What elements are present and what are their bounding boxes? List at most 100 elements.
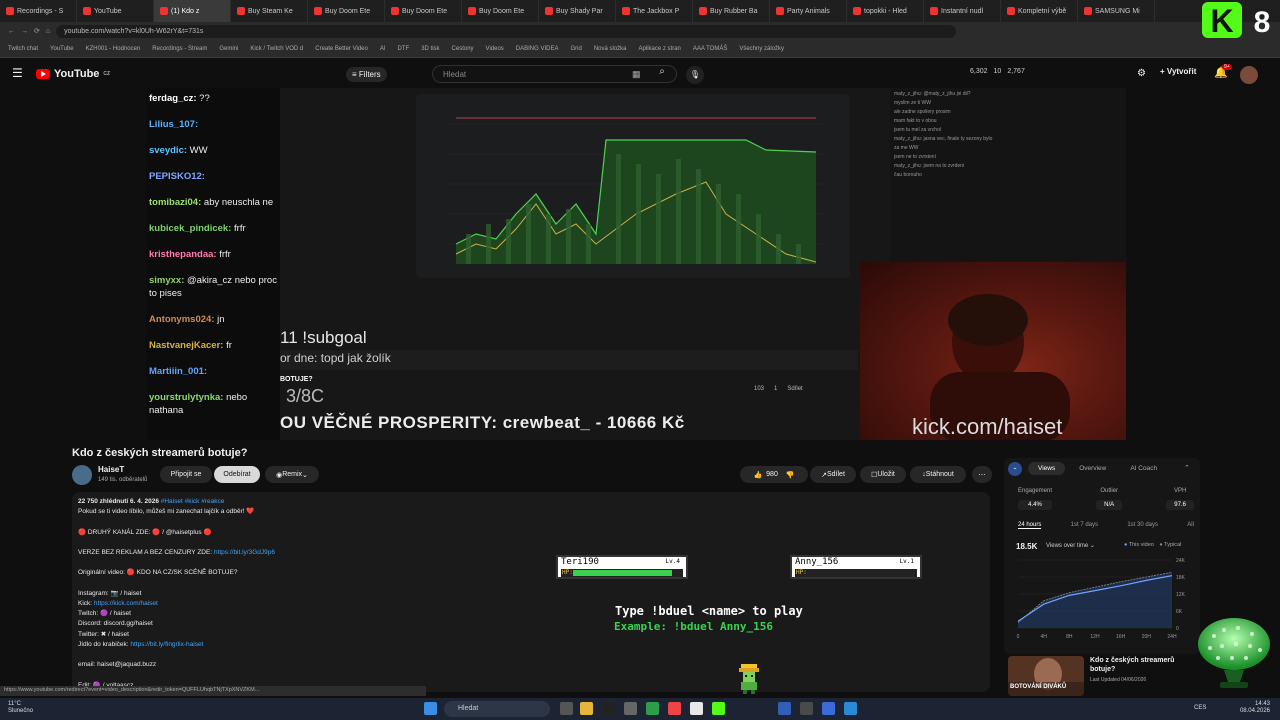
bookmark-item[interactable]: Twitch chat bbox=[8, 46, 38, 52]
bookmark-item[interactable]: Recordings - Stream bbox=[152, 46, 207, 52]
green-globe-overlay bbox=[1198, 618, 1270, 688]
browser-tab[interactable]: Party Animals bbox=[770, 0, 847, 22]
join-button[interactable]: Připojit se bbox=[160, 466, 212, 483]
bookmark-item[interactable]: Nová složka bbox=[594, 46, 627, 52]
browser-tab[interactable]: Buy Doom Ete bbox=[462, 0, 539, 22]
share-button[interactable]: ↗ Sdílet bbox=[810, 466, 856, 483]
photoshop-icon[interactable] bbox=[778, 702, 791, 715]
dislike-icon[interactable]: 👎 bbox=[786, 471, 795, 479]
browser-tab[interactable]: Recordings - S bbox=[0, 0, 77, 22]
channel-subs: 149 tis. odběratelů bbox=[98, 477, 148, 483]
range-all[interactable]: All bbox=[1187, 522, 1194, 529]
chrome-icon[interactable] bbox=[668, 702, 681, 715]
keyboard-icon[interactable]: ▦ bbox=[632, 69, 641, 80]
chart-y-tick: 6K bbox=[1176, 609, 1183, 615]
browser-tab[interactable]: Instantní nudl bbox=[924, 0, 1001, 22]
word-icon[interactable] bbox=[822, 702, 835, 715]
browser-tab[interactable]: Buy Doom Ete bbox=[308, 0, 385, 22]
range-24h[interactable]: 24 hours bbox=[1018, 522, 1042, 529]
tab-overview[interactable]: Overview bbox=[1069, 462, 1116, 475]
related-title[interactable]: Kdo z českých streamerů botuje? bbox=[1090, 656, 1198, 674]
more-icon[interactable]: ⋯ bbox=[972, 466, 992, 483]
bookmark-item[interactable]: Videos bbox=[486, 46, 504, 52]
bookmark-item[interactable]: 3D tisk bbox=[421, 46, 439, 52]
browser-tab[interactable]: Buy Rubber Ba bbox=[693, 0, 770, 22]
channel-name[interactable]: HaiseT bbox=[98, 465, 124, 474]
browser-icon[interactable] bbox=[690, 702, 703, 715]
collapse-icon[interactable]: ⌃ bbox=[1184, 464, 1190, 472]
tab-views[interactable]: Views bbox=[1028, 462, 1066, 475]
obs-icon[interactable] bbox=[800, 702, 813, 715]
desc-tags[interactable]: #Haiset #kick #reakce bbox=[161, 498, 225, 505]
bookmark-item[interactable]: Grid bbox=[570, 46, 581, 52]
subscribe-button[interactable]: Odebírat bbox=[214, 466, 260, 483]
address-bar[interactable]: youtube.com/watch?v=kl0Uh-W62rY&t=731s bbox=[56, 24, 957, 38]
task-view-icon[interactable] bbox=[560, 702, 573, 715]
bookmark-item[interactable]: YouTube bbox=[50, 46, 74, 52]
forward-icon[interactable]: → bbox=[21, 28, 28, 35]
browser-tab[interactable]: The Jackbox P bbox=[616, 0, 693, 22]
user-avatar[interactable] bbox=[1240, 66, 1258, 84]
remix-button[interactable]: ◉ Remix ⌄ bbox=[265, 466, 319, 483]
chart-y-tick: 24K bbox=[1176, 558, 1186, 564]
like-button[interactable]: 👍 980 👎 bbox=[740, 466, 808, 483]
bookmark-item[interactable]: Gemini bbox=[219, 46, 238, 52]
language-indicator[interactable]: CES bbox=[1194, 705, 1206, 711]
youtube-logo[interactable]: YouTube CZ bbox=[36, 68, 110, 80]
right-chat-line: jsem ne to zvrstení bbox=[894, 154, 936, 160]
create-button[interactable]: + Vytvořit bbox=[1160, 67, 1196, 76]
channel-avatar[interactable] bbox=[72, 465, 92, 485]
telegram-icon[interactable] bbox=[844, 702, 857, 715]
related-video[interactable]: BOTOVÁNÍ DIVÁKŮ Kdo z českých streamerů … bbox=[1008, 656, 1198, 696]
menu-icon[interactable]: ☰ bbox=[12, 66, 23, 80]
taskbar-clock[interactable]: 14:43 08.04.2026 bbox=[1240, 701, 1270, 715]
jidlo-link[interactable]: https://bit.ly/fingrlix-haiset bbox=[130, 641, 203, 648]
stat-3: 2,767 bbox=[1007, 68, 1025, 75]
taskbar-search[interactable]: Hledat bbox=[444, 701, 550, 717]
bookmark-item[interactable]: Všechny záložky bbox=[739, 46, 784, 52]
bookmark-item[interactable]: Aplikace z stran bbox=[639, 46, 681, 52]
tiktok-icon[interactable] bbox=[602, 702, 615, 715]
kick-link[interactable]: https://kick.com/haiset bbox=[94, 600, 158, 607]
browser-tab[interactable]: Buy Shady Par bbox=[539, 0, 616, 22]
download-button[interactable]: ↓ Stáhnout bbox=[910, 466, 966, 483]
tab-ai-coach[interactable]: AI Coach bbox=[1120, 462, 1167, 475]
views-dropdown[interactable]: Views over time ⌄ bbox=[1046, 542, 1095, 549]
xbox-icon[interactable] bbox=[646, 702, 659, 715]
home-icon[interactable]: ⌂ bbox=[46, 28, 50, 35]
bezreklam-link[interactable]: https://bit.ly/3GdJ9p6 bbox=[214, 549, 275, 556]
reload-icon[interactable]: ⟳ bbox=[34, 27, 40, 35]
range-7d[interactable]: 1st 7 days bbox=[1071, 522, 1098, 529]
filters-button[interactable]: ≡ Filters bbox=[346, 67, 387, 82]
related-thumbnail[interactable]: BOTOVÁNÍ DIVÁKŮ bbox=[1008, 656, 1084, 696]
file-explorer-icon[interactable] bbox=[580, 702, 593, 715]
windows-start-icon[interactable] bbox=[424, 702, 437, 715]
mic-icon[interactable]: 🎙 bbox=[686, 66, 704, 84]
bookmark-item[interactable]: DABING VIDEA bbox=[516, 46, 559, 52]
gear-icon[interactable]: ⚙ bbox=[1137, 68, 1146, 79]
kick-app-icon[interactable] bbox=[712, 702, 725, 715]
browser-tab[interactable]: Buy Steam Ke bbox=[231, 0, 308, 22]
create-label: Vytvořit bbox=[1166, 67, 1197, 76]
browser-tab[interactable]: SAMSUNG Mi bbox=[1078, 0, 1155, 22]
video-player[interactable]: ferdag_cz: ?? Lilius_107: sveydic: WW PEPI… bbox=[146, 88, 1126, 440]
bookmark-item[interactable]: Kick / Twitch VOD d bbox=[250, 46, 303, 52]
bookmark-item[interactable]: AAA TOMÁŠ bbox=[693, 46, 727, 52]
bookmark-item[interactable]: DTF bbox=[398, 46, 410, 52]
bookmark-item[interactable]: AI bbox=[380, 46, 386, 52]
browser-tab[interactable]: topokki - Hled bbox=[847, 0, 924, 22]
range-30d[interactable]: 1st 30 days bbox=[1127, 522, 1158, 529]
bookmark-item[interactable]: Cestony bbox=[452, 46, 474, 52]
browser-tab[interactable]: YouTube bbox=[77, 0, 154, 22]
bookmark-item[interactable]: Create Better Video bbox=[315, 46, 368, 52]
bookmark-item[interactable]: KZH001 - Hodnocen bbox=[86, 46, 141, 52]
search-icon[interactable]: ⌕ bbox=[652, 66, 672, 82]
back-icon[interactable]: ← bbox=[8, 28, 15, 35]
browser-tab[interactable]: Kompletní výbě bbox=[1001, 0, 1078, 22]
browser-tab[interactable]: (1) Kdo z bbox=[154, 0, 231, 22]
video-description[interactable]: 22 750 zhlédnutí 6. 4. 2026 #Haiset #kic… bbox=[72, 492, 990, 692]
save-button[interactable]: ☐ Uložit bbox=[860, 466, 906, 483]
settings-icon[interactable] bbox=[624, 702, 637, 715]
weather-widget[interactable]: 11°C Slunečno bbox=[8, 701, 33, 715]
browser-tab[interactable]: Buy Doom Ete bbox=[385, 0, 462, 22]
